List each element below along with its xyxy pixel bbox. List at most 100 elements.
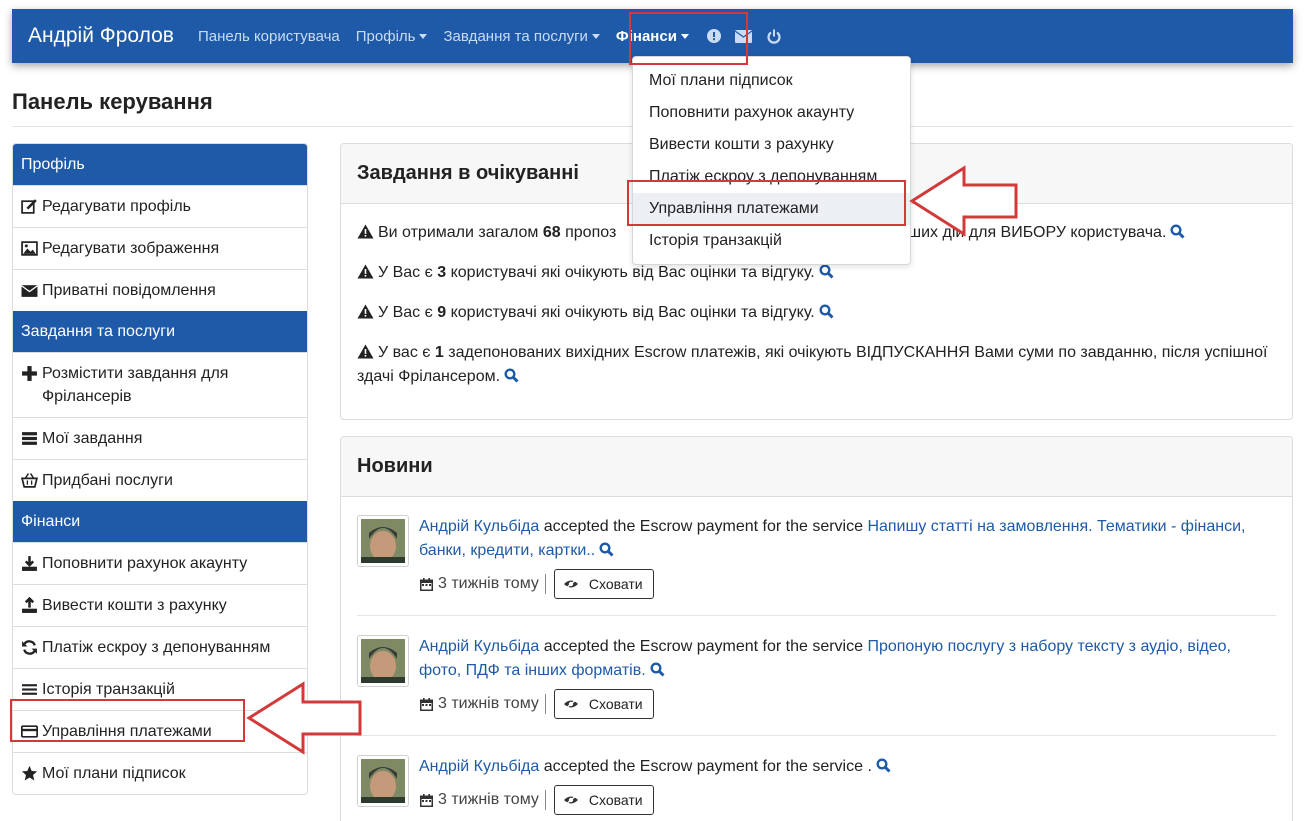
hide-button[interactable]: Сховати xyxy=(553,569,654,599)
news-time: 3 тижнів тому xyxy=(438,791,539,808)
search-icon[interactable] xyxy=(876,758,891,773)
pending-count: 9 xyxy=(437,304,447,321)
nav-dashboard[interactable]: Панель користувача xyxy=(198,28,340,45)
news-item: Андрій Кульбіда accepted the Escrow paym… xyxy=(357,515,1276,615)
news-divider xyxy=(357,615,1276,616)
news-user-link[interactable]: Андрій Кульбіда xyxy=(419,758,539,775)
warning-icon xyxy=(357,264,374,279)
star-icon xyxy=(21,765,38,781)
pending-text: У вас є xyxy=(378,344,435,361)
pending-text: задепонованих вихідних Escrow платежів, … xyxy=(357,344,1268,385)
news-text: Андрій Кульбіда accepted the Escrow paym… xyxy=(419,635,1276,683)
news-text: Андрій Кульбіда accepted the Escrow paym… xyxy=(419,755,1276,779)
calendar-icon xyxy=(420,793,433,807)
refresh-icon xyxy=(22,640,37,655)
sidebar-section-profile: Профіль xyxy=(13,144,307,185)
dropdown-item-withdraw[interactable]: Вивести кошти з рахунку xyxy=(633,129,910,161)
pending-text: користувачі які очікують від Вас оцінки … xyxy=(446,264,815,281)
pending-text: У Вас є xyxy=(378,304,438,321)
news-divider xyxy=(357,735,1276,736)
search-icon[interactable] xyxy=(819,264,834,279)
pending-count: 1 xyxy=(434,344,444,361)
finance-dropdown-menu: Мої плани підписок Поповнити рахунок ака… xyxy=(632,56,911,265)
sidebar-item-subscription-plans[interactable]: Мої плани підписок xyxy=(13,752,307,794)
news-user-link[interactable]: Андрій Кульбіда xyxy=(419,518,539,535)
pending-text: Ви отримали загалом xyxy=(378,224,543,241)
basket-icon xyxy=(21,473,38,488)
news-action: accepted the Escrow payment for the serv… xyxy=(539,638,868,655)
sidebar-item-purchased-services[interactable]: Придбані послуги xyxy=(13,459,307,501)
dropdown-item-top-up[interactable]: Поповнити рахунок акаунту xyxy=(633,97,910,129)
sidebar-item-label: Придбані послуги xyxy=(42,472,173,489)
avatar[interactable] xyxy=(357,515,409,567)
annotation-highlight-sidebar-item xyxy=(10,699,245,742)
search-icon[interactable] xyxy=(650,662,665,677)
caret-down-icon xyxy=(591,33,600,39)
sidebar-item-edit-image[interactable]: Редагувати зображення xyxy=(13,227,307,269)
edit-icon xyxy=(21,199,37,214)
news-action: accepted the Escrow payment for the serv… xyxy=(539,758,872,775)
news-meta: 3 тижнів тому Сховати xyxy=(419,689,654,719)
dropdown-item-transaction-history[interactable]: Історія транзакцій xyxy=(633,225,910,257)
sidebar-item-post-task[interactable]: Розмістити завдання для Фрілансерів xyxy=(13,352,307,417)
pending-text: користувачі які очікують від Вас оцінки … xyxy=(446,304,815,321)
eye-slash-icon xyxy=(563,794,578,806)
avatar[interactable] xyxy=(357,755,409,807)
search-icon[interactable] xyxy=(1170,224,1185,239)
news-time: 3 тижнів тому xyxy=(438,575,539,592)
upload-icon xyxy=(22,597,37,613)
page-title: Панель керування xyxy=(12,89,213,114)
sidebar-item-label: Мої плани підписок xyxy=(42,765,186,782)
sidebar-item-label: Поповнити рахунок акаунту xyxy=(42,555,248,572)
pending-text: У Вас є xyxy=(378,264,438,281)
bars-icon xyxy=(22,684,37,695)
news-item: Андрій Кульбіда accepted the Escrow paym… xyxy=(357,755,1276,821)
nav-profile-label: Профіль xyxy=(355,27,416,45)
meta-separator xyxy=(544,574,546,594)
calendar-icon xyxy=(420,697,433,711)
sidebar-item-label: Приватні повідомлення xyxy=(42,282,216,299)
dropdown-item-subscription-plans[interactable]: Мої плани підписок xyxy=(633,65,910,97)
annotation-arrow-sidebar xyxy=(246,681,362,755)
search-icon[interactable] xyxy=(819,304,834,319)
sidebar-item-label: Платіж ескроу з депонуванням xyxy=(42,639,271,656)
sidebar-item-top-up[interactable]: Поповнити рахунок акаунту xyxy=(13,542,307,584)
news-title: Новини xyxy=(341,437,1292,497)
search-icon[interactable] xyxy=(504,368,519,383)
sidebar-item-label: Вивести кошти з рахунку xyxy=(42,597,227,614)
sidebar-item-label: Редагувати зображення xyxy=(42,240,220,257)
news-card: Новини Андрій Кульбіда accepted the Escr… xyxy=(340,436,1293,821)
plus-icon xyxy=(22,366,37,381)
pending-count: 3 xyxy=(437,264,447,281)
search-icon[interactable] xyxy=(599,542,614,557)
hide-button[interactable]: Сховати xyxy=(553,785,654,815)
brand-name[interactable]: Андрій Фролов xyxy=(28,24,174,48)
sidebar-item-my-tasks[interactable]: Мої завдання xyxy=(13,417,307,459)
nav-profile-dropdown[interactable]: Профіль xyxy=(356,28,428,45)
sidebar-item-edit-profile[interactable]: Редагувати профіль xyxy=(13,185,307,227)
pending-line: У вас є 1 задепонованих вихідних Escrow … xyxy=(357,341,1276,389)
news-item: Андрій Кульбіда accepted the Escrow paym… xyxy=(357,635,1276,735)
news-action: accepted the Escrow payment for the serv… xyxy=(539,518,868,535)
annotation-arrow-dropdown xyxy=(909,165,1018,237)
sidebar-item-withdraw[interactable]: Вивести кошти з рахунку xyxy=(13,584,307,626)
news-user-link[interactable]: Андрій Кульбіда xyxy=(419,638,539,655)
hide-button-label: Сховати xyxy=(588,576,643,592)
pending-line: У Вас є 9 користувачі які очікують від В… xyxy=(357,301,1276,325)
nav-dashboard-label: Панель користувача xyxy=(197,27,340,45)
sidebar-item-label: Історія транзакцій xyxy=(42,681,175,698)
hide-button[interactable]: Сховати xyxy=(553,689,654,719)
annotation-highlight-finance-nav xyxy=(629,12,748,65)
eye-slash-icon xyxy=(563,578,578,590)
warning-icon xyxy=(357,344,374,359)
annotation-highlight-dropdown-item xyxy=(627,180,906,226)
meta-separator xyxy=(544,694,546,714)
sidebar-item-escrow-payment[interactable]: Платіж ескроу з депонуванням xyxy=(13,626,307,668)
news-time: 3 тижнів тому xyxy=(438,695,539,712)
power-icon[interactable] xyxy=(765,27,783,45)
sidebar-item-private-messages[interactable]: Приватні повідомлення xyxy=(13,269,307,311)
nav-tasks-dropdown[interactable]: Завдання та послуги xyxy=(443,28,600,45)
news-meta: 3 тижнів тому Сховати xyxy=(419,569,654,599)
list-icon xyxy=(22,432,37,445)
warning-icon xyxy=(357,304,374,319)
